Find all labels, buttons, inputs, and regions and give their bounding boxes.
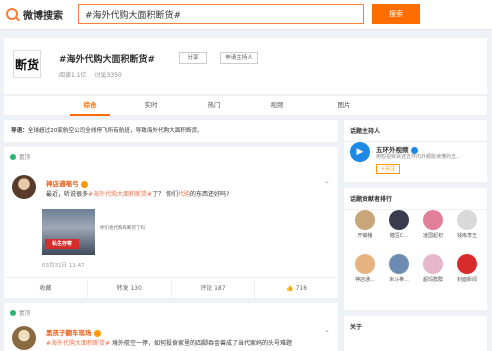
topic-lead: 导语：全球超过20家航空公司全线停飞所有航班，导致海外代购大面积断货。: [4, 120, 338, 142]
about-title: 关于: [350, 324, 363, 331]
contributor[interactable]: 封面新闻: [454, 254, 480, 283]
avatar: [423, 254, 443, 274]
post-text: 最近，听说很多#海外代购大面积断货#了？ 你们代购的东西还好吗?: [46, 191, 230, 198]
tab-realtime[interactable]: 实时: [131, 96, 171, 116]
read-count: 阅读1.1亿: [59, 72, 87, 79]
search-button[interactable]: 搜索: [372, 4, 420, 24]
contributor[interactable]: 神店通...: [352, 254, 378, 283]
post-actions-wrap: 收藏 转发 130 评论 187 👍 716: [4, 277, 338, 298]
weibo-search-logo[interactable]: 微博搜索: [6, 6, 63, 22]
image-stamp-text: 私生存寄: [45, 239, 79, 249]
about-panel: 关于: [344, 316, 487, 351]
feed-post: 置顶 黑孩子翻车现场 ⌄ #海外代购大面积断货# 境外航空一停，如何投食家里的四…: [4, 303, 338, 351]
hashtag-link[interactable]: #海外代购大面积断货#: [46, 340, 110, 347]
contributor[interactable]: 米斗拳...: [386, 254, 412, 283]
host-panel-title: 话题主持人: [344, 120, 487, 142]
avatar: [389, 210, 409, 230]
host-avatar[interactable]: ▶: [350, 142, 370, 162]
contributor[interactable]: 超玛群群: [420, 254, 446, 283]
verified-icon: [80, 180, 88, 188]
avatar: [457, 254, 477, 274]
post-username[interactable]: 黑孩子翻车现场: [46, 327, 101, 337]
post-image[interactable]: 私生存寄: [42, 209, 95, 255]
lead-text: 全球超过20家航空公司全线停飞所有航班，导致海外代购大面积断货。: [27, 128, 203, 134]
post-timestamp[interactable]: 03月31日 11:47: [42, 261, 85, 269]
avatar: [423, 210, 443, 230]
like-button[interactable]: 👍 716: [255, 278, 338, 298]
discussion-count: 讨论3350: [94, 72, 122, 79]
post-actions: 收藏 转发 130 评论 187 👍 716: [4, 277, 338, 298]
verified-icon: [93, 329, 101, 337]
top-bar: 微博搜索 搜索: [0, 0, 492, 30]
pin-icon: [10, 310, 16, 316]
tab-hot[interactable]: 热门: [194, 96, 234, 116]
contributor[interactable]: 开锄猪: [352, 210, 378, 239]
tab-comprehensive[interactable]: 综合: [70, 96, 110, 116]
avatar: [457, 210, 477, 230]
avatar: [355, 210, 375, 230]
tab-video[interactable]: 视频: [257, 96, 297, 116]
avatar: [389, 254, 409, 274]
tab-image[interactable]: 图片: [324, 96, 364, 116]
avatar[interactable]: [12, 326, 36, 350]
topic-title: #海外代购大面积断货#: [59, 55, 156, 65]
apply-host-button[interactable]: 申请主持人: [220, 52, 258, 64]
pin-icon: [10, 154, 16, 160]
post-text: #海外代购大面积断货# 境外航空一停，如何投食家里的四脚吞金兽成了当代家妈的头号…: [46, 340, 292, 347]
topic-stats: 阅读1.1亿 讨论3350: [59, 70, 128, 79]
search-logo-icon: [6, 8, 18, 20]
logo-text: 微博搜索: [23, 10, 63, 22]
topic-logo: 断货: [13, 50, 41, 78]
contributor[interactable]: 凌国起初: [420, 210, 446, 239]
post-image[interactable]: 你们也代购有断货了吗: [96, 209, 149, 255]
share-button[interactable]: 分享: [179, 52, 207, 64]
like-icon: 👍: [286, 285, 294, 292]
contributors-title: 话题贡献者排行: [344, 188, 487, 210]
search-input[interactable]: [78, 4, 364, 24]
chevron-down-icon[interactable]: ⌄: [324, 177, 330, 185]
avatar: [355, 254, 375, 274]
repost-button[interactable]: 转发 130: [88, 278, 172, 298]
keyword-highlight: 代购: [178, 191, 191, 198]
host-description: 用短视频讲述五环内外都能读懂的五...: [376, 154, 461, 160]
collect-button[interactable]: 收藏: [4, 278, 88, 298]
topic-host-panel: 话题主持人 ▶ 五环外视频 用短视频讲述五环内外都能读懂的五... +关注: [344, 120, 487, 182]
pinned-marker: 置顶: [10, 309, 30, 317]
topic-header: 断货 #海外代购大面积断货# 分享 申请主持人 阅读1.1亿 讨论3350: [4, 38, 487, 94]
pinned-marker: 置顶: [10, 153, 30, 161]
post-username[interactable]: 神店通喵弓: [46, 178, 88, 188]
contributor[interactable]: 糖豆C...: [386, 210, 412, 239]
chevron-down-icon[interactable]: ⌄: [324, 326, 330, 334]
follow-button[interactable]: +关注: [376, 164, 400, 174]
avatar[interactable]: [12, 175, 36, 199]
tab-bar: 综合 实时 热门 视频 图片: [4, 96, 487, 116]
contributor[interactable]: 钱练李王: [454, 210, 480, 239]
lead-label: 导语：: [11, 128, 28, 134]
hashtag-link[interactable]: #海外代购大面积断货#: [88, 191, 152, 198]
comment-button[interactable]: 评论 187: [172, 278, 256, 298]
contributors-panel: 话题贡献者排行 开锄猪 糖豆C... 凌国起初 钱练李王 神店通... 米斗拳.…: [344, 188, 487, 310]
